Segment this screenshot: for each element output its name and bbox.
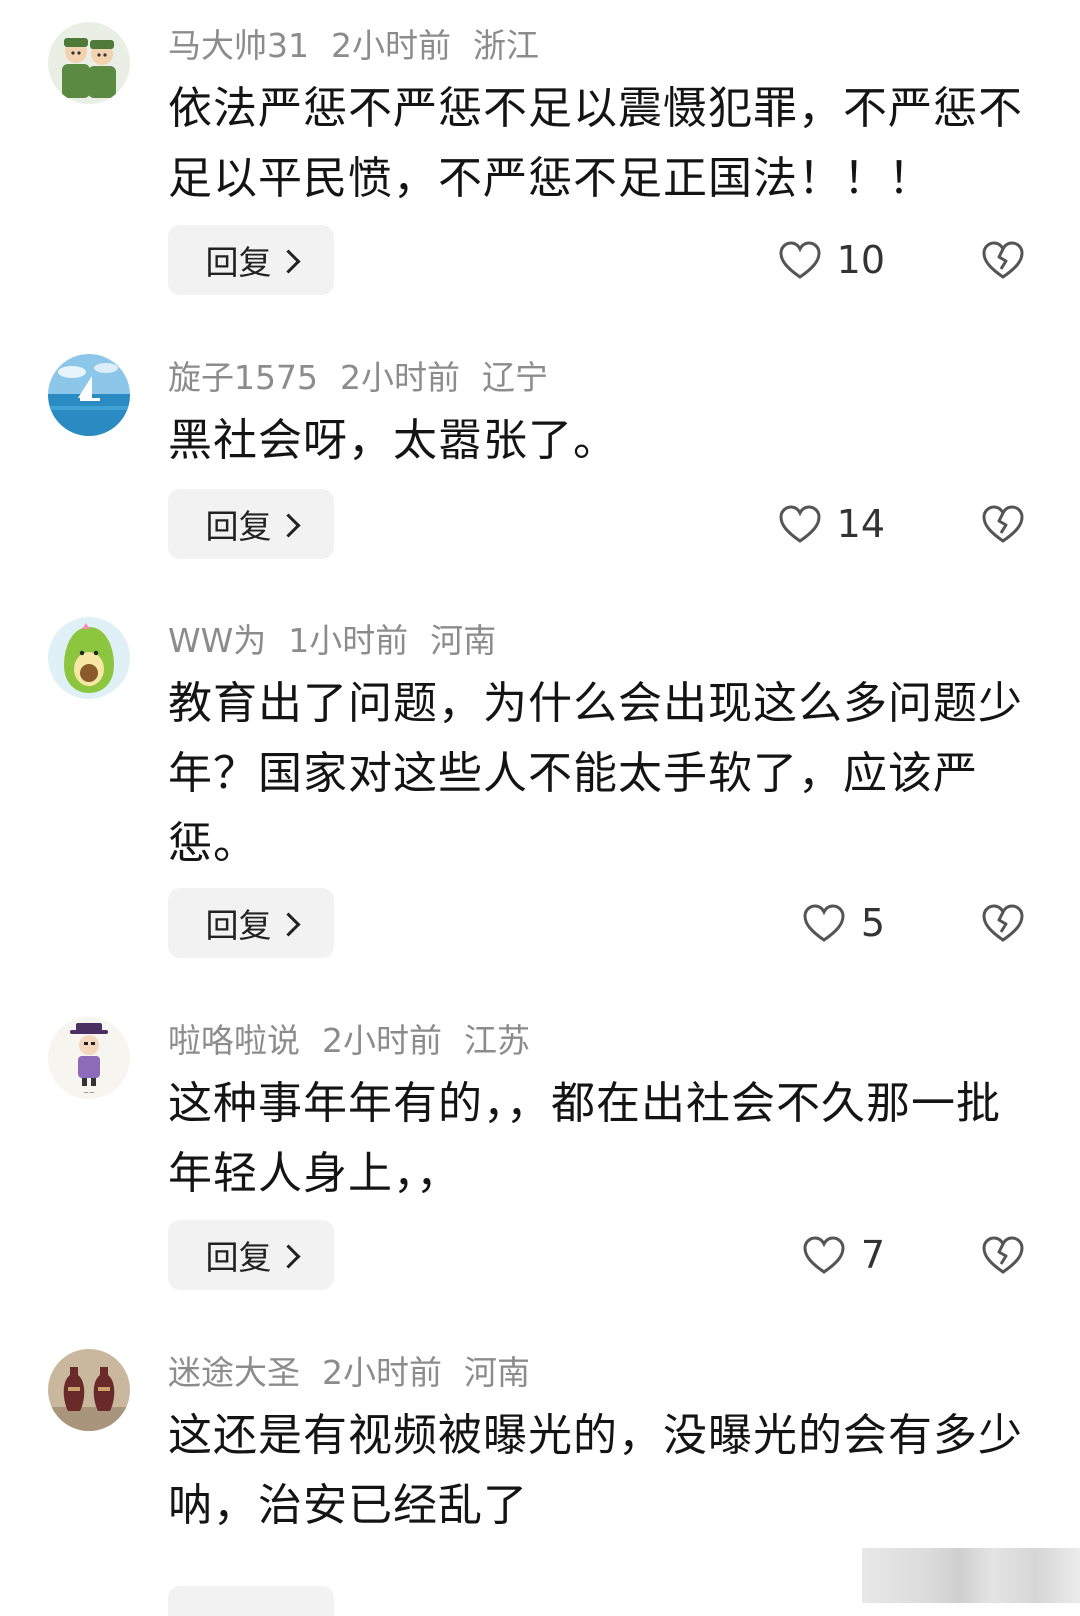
reply-label: 回复 (205, 243, 272, 282)
comment-location: 河南 (464, 1353, 530, 1392)
avatar[interactable] (48, 22, 130, 104)
comment-time: 2小时前 (331, 26, 451, 65)
reply-button[interactable]: 回复 (168, 1220, 334, 1290)
avatar[interactable] (48, 354, 130, 436)
comment-location: 河南 (430, 621, 497, 660)
avatar[interactable] (48, 1349, 130, 1431)
reply-label: 回复 (205, 906, 272, 945)
comment-meta: WW为 1小时前 河南 (168, 617, 518, 665)
comment-text: 依法严惩不严惩不足以震慑犯罪，不严惩不足以平民愤，不严惩不足正国法！！！ (168, 83, 1023, 204)
like-button[interactable]: 5 (801, 888, 885, 958)
comment-text: 这还是有视频被曝光的，没曝光的会有多少呐，治安已经乱了 (168, 1410, 1023, 1531)
reply-label: 回复 (205, 1238, 272, 1277)
broken-heart-icon (982, 904, 1024, 942)
comment-meta: 啦咯啦说 2小时前 江苏 (168, 1017, 552, 1065)
reply-button[interactable]: 回复 (168, 225, 334, 295)
broken-heart-icon (982, 241, 1024, 279)
heart-icon (803, 1236, 845, 1274)
comment-text: 黑社会呀，太嚣张了。 (168, 415, 618, 466)
dislike-button[interactable] (980, 225, 1026, 295)
sea-sailboat-avatar-icon (48, 354, 130, 436)
comment-time: 1小时前 (288, 621, 409, 660)
heart-icon (779, 505, 821, 543)
comment-text: 这种事年年有的，，都在出社会不久那一批年轻人身上，， (168, 1078, 1001, 1199)
avocado-avatar-icon (48, 617, 130, 699)
like-count: 10 (836, 238, 885, 282)
comment-time: 2小时前 (339, 358, 460, 397)
chevron-right-icon (275, 512, 301, 538)
comment-meta: 马大帅31 2小时前 浙江 (168, 22, 561, 70)
username[interactable]: 啦咯啦说 (168, 1021, 300, 1060)
cartoon-person-avatar-icon: ~~ (48, 1017, 130, 1099)
like-count: 14 (836, 502, 885, 546)
comment-location: 辽宁 (481, 358, 548, 397)
heart-icon (779, 241, 821, 279)
heart-icon (803, 904, 845, 942)
reply-button[interactable]: 回复 (168, 888, 334, 958)
reply-label: 回复 (205, 507, 272, 546)
like-count: 7 (860, 1233, 885, 1277)
like-button[interactable]: 10 (777, 225, 885, 295)
chevron-right-icon (275, 911, 301, 937)
dislike-button[interactable] (980, 888, 1026, 958)
comment-meta: 迷途大圣 2小时前 河南 (168, 1349, 552, 1397)
avatar[interactable] (48, 617, 130, 699)
broken-heart-icon (982, 1236, 1024, 1274)
broken-heart-icon (982, 505, 1024, 543)
comment-location: 浙江 (473, 26, 539, 65)
dislike-button[interactable] (980, 489, 1026, 559)
soldiers-avatar-icon (48, 22, 130, 104)
username[interactable]: 旋子1575 (168, 358, 318, 397)
chevron-right-icon (275, 248, 301, 274)
like-button[interactable]: 7 (801, 1220, 885, 1290)
comment-location: 江苏 (464, 1021, 530, 1060)
reply-button[interactable]: 回复 (168, 489, 334, 559)
watermark-blur (862, 1548, 1080, 1603)
reply-button[interactable] (168, 1586, 334, 1616)
chevron-right-icon (275, 1243, 301, 1269)
avatar[interactable]: ~~ (48, 1017, 130, 1099)
comment-time: 2小时前 (322, 1353, 442, 1392)
comment-text: 教育出了问题，为什么会出现这么多问题少年？国家对这些人不能太手软了，应该严惩。 (168, 678, 1023, 869)
dislike-button[interactable] (980, 1220, 1026, 1290)
vases-avatar-icon (48, 1349, 130, 1431)
comment-meta: 旋子1575 2小时前 辽宁 (168, 354, 570, 402)
like-count: 5 (860, 901, 885, 945)
username[interactable]: 马大帅31 (168, 26, 309, 65)
comment-time: 2小时前 (322, 1021, 442, 1060)
like-button[interactable]: 14 (777, 489, 885, 559)
username[interactable]: WW为 (168, 621, 266, 660)
username[interactable]: 迷途大圣 (168, 1353, 300, 1392)
svg-text:~~: ~~ (83, 1089, 95, 1097)
